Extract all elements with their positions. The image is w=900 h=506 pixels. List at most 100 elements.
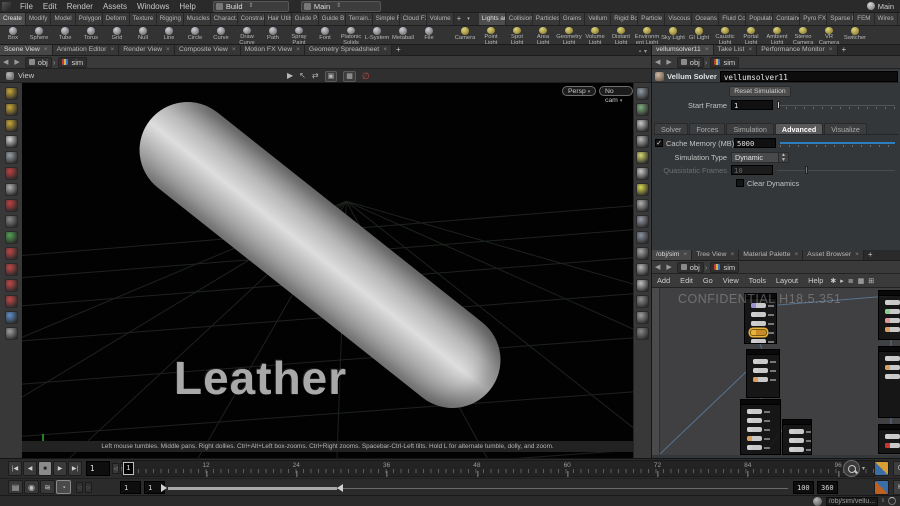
- tool-icon[interactable]: [4, 151, 18, 164]
- transport-button[interactable]: ▶: [53, 461, 67, 476]
- start-frame-field[interactable]: 1: [731, 100, 773, 110]
- shelf-tool[interactable]: Line: [156, 26, 182, 44]
- folder-tab[interactable]: Advanced: [774, 123, 824, 134]
- shelf-tab[interactable]: Guide P...: [291, 13, 319, 25]
- shelf-tab[interactable]: Modify: [25, 13, 52, 25]
- pane-menu-icon[interactable]: ▾: [644, 48, 647, 55]
- tool-icon[interactable]: [636, 87, 649, 100]
- shelf-tool[interactable]: Environment Light: [634, 26, 660, 44]
- folder-tab[interactable]: Simulation: [726, 123, 774, 134]
- tool-icon[interactable]: [636, 215, 649, 228]
- network-box[interactable]: [878, 290, 900, 340]
- shelf-tool[interactable]: Camera: [452, 26, 478, 44]
- tool-icon[interactable]: [4, 231, 18, 244]
- back-icon[interactable]: ◀: [652, 58, 663, 66]
- network-node[interactable]: [885, 309, 900, 314]
- tool-icon[interactable]: [636, 327, 649, 340]
- playback-toggle-button[interactable]: ≋: [40, 480, 55, 494]
- tool-icon[interactable]: [4, 135, 18, 148]
- pane-tab[interactable]: Performance Monitor: [757, 45, 838, 55]
- global-range-end-field[interactable]: 360: [817, 481, 838, 494]
- shelf-tool[interactable]: Point Light: [478, 26, 504, 44]
- viewbar-icon[interactable]: ▦: [343, 70, 356, 82]
- network-node[interactable]: [789, 447, 811, 452]
- shelf-tab[interactable]: Vellum: [585, 13, 612, 25]
- reset-simulation-button[interactable]: Reset Simulation: [729, 86, 791, 97]
- tool-icon[interactable]: [636, 119, 649, 132]
- shelf-tool[interactable]: GI Light: [686, 26, 712, 44]
- shelf-tool[interactable]: Switcher: [842, 26, 868, 44]
- playback-range-end-field[interactable]: 100: [793, 481, 814, 494]
- shelf-tool[interactable]: File: [416, 26, 442, 44]
- shelf-tool[interactable]: Stereo Camera: [790, 26, 816, 44]
- range-end-handle[interactable]: [337, 484, 343, 492]
- tool-icon[interactable]: [636, 135, 649, 148]
- playback-range-segment[interactable]: [168, 487, 337, 490]
- shelf-tool[interactable]: Distant Light: [608, 26, 634, 44]
- transport-button[interactable]: ■: [38, 461, 52, 476]
- network-toolbar-icon[interactable]: ≣: [848, 277, 854, 285]
- folder-tab[interactable]: Forces: [689, 123, 726, 134]
- shelf-tool[interactable]: Platonic Solids: [338, 26, 364, 44]
- network-box-header[interactable]: [747, 350, 779, 355]
- shelf-tool[interactable]: Volume Light: [582, 26, 608, 44]
- keys-count-button[interactable]: 0 K: [893, 461, 900, 476]
- pane-tab[interactable]: Material Palette: [739, 250, 804, 260]
- desktop-main-combo[interactable]: Main ⇕: [300, 0, 381, 12]
- menu-item[interactable]: File: [15, 2, 38, 11]
- network-node[interactable]: [747, 427, 770, 432]
- shelf-tool[interactable]: Metaball: [390, 26, 416, 44]
- keyframe-options-icon[interactable]: [874, 461, 889, 476]
- tool-icon[interactable]: [636, 151, 649, 164]
- network-box[interactable]: [782, 419, 812, 455]
- tool-icon[interactable]: [4, 103, 18, 116]
- tool-icon[interactable]: [4, 295, 18, 308]
- tool-icon[interactable]: [636, 231, 649, 244]
- tool-icon[interactable]: [4, 119, 18, 132]
- key-button-clipped[interactable]: Key: [893, 480, 900, 495]
- tool-icon[interactable]: [4, 199, 18, 212]
- network-node[interactable]: [747, 436, 770, 441]
- tool-icon[interactable]: [4, 215, 18, 228]
- pane-tab[interactable]: Composite View: [174, 45, 241, 55]
- network-node[interactable]: [885, 365, 900, 370]
- shelf-tab[interactable]: Grains: [559, 13, 586, 25]
- folder-tab[interactable]: Visualize: [824, 123, 867, 134]
- forward-icon[interactable]: ▶: [11, 58, 22, 66]
- tool-icon[interactable]: [4, 247, 18, 260]
- network-node[interactable]: [885, 327, 900, 332]
- dopesheet-icon[interactable]: [874, 480, 889, 495]
- menu-item[interactable]: Windows: [132, 2, 174, 11]
- shelf-tool[interactable]: Torus: [78, 26, 104, 44]
- tool-icon[interactable]: [636, 279, 649, 292]
- shelf-tool[interactable]: Sphere: [26, 26, 52, 44]
- pane-tab[interactable]: Tree View: [692, 250, 740, 260]
- pane-tab[interactable]: Take List: [713, 45, 758, 55]
- shelf-tab[interactable]: Model: [51, 13, 76, 25]
- network-toolbar-icon[interactable]: ▸: [840, 277, 844, 285]
- breadcrumb-sim[interactable]: sim: [58, 56, 88, 68]
- pane-tab[interactable]: Geometry Spreadsheet: [304, 45, 392, 55]
- network-box-header[interactable]: [741, 400, 780, 405]
- tool-icon[interactable]: [636, 183, 649, 196]
- shelf-tab[interactable]: Populate C...: [746, 13, 774, 25]
- network-box-header[interactable]: [879, 425, 900, 430]
- network-box[interactable]: [878, 424, 900, 454]
- shelf-tab[interactable]: Cloud FX: [399, 13, 427, 25]
- network-node[interactable]: [753, 377, 776, 382]
- clear-dynamics-checkbox[interactable]: [736, 179, 744, 187]
- new-tab-icon[interactable]: +: [864, 250, 877, 260]
- pane-tab[interactable]: Scene View: [0, 45, 53, 55]
- network-node[interactable]: [753, 368, 776, 373]
- shelf-tool[interactable]: Circle: [182, 26, 208, 44]
- shelf-tab[interactable]: Polygon: [75, 13, 103, 25]
- network-menu-item[interactable]: Edit: [675, 276, 698, 285]
- network-node[interactable]: [751, 339, 774, 343]
- shelf-tool[interactable]: Portal Light: [738, 26, 764, 44]
- tool-icon[interactable]: [636, 263, 649, 276]
- network-box[interactable]: [878, 346, 900, 418]
- tool-icon[interactable]: [636, 199, 649, 212]
- start-frame-slider[interactable]: [777, 100, 895, 110]
- tool-icon[interactable]: [4, 167, 18, 180]
- viewbar-icon[interactable]: ↖: [299, 72, 306, 80]
